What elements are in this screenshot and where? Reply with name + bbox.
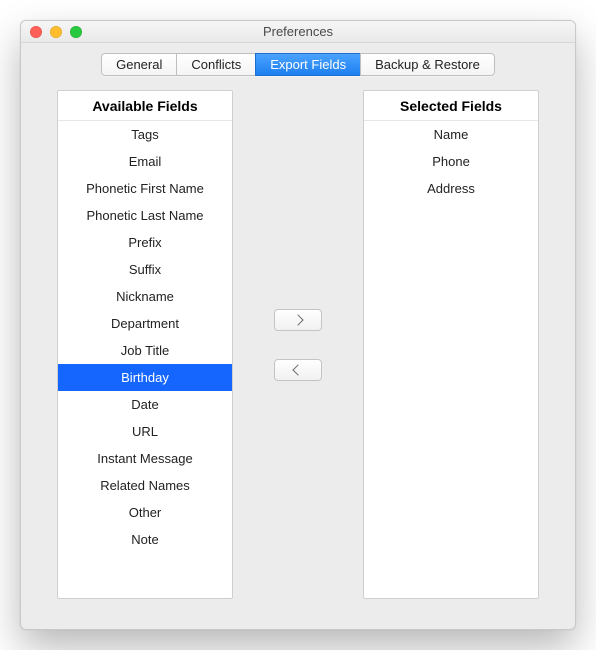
list-item[interactable]: Phonetic Last Name <box>58 202 232 229</box>
available-fields-list[interactable]: TagsEmailPhonetic First NamePhonetic Las… <box>58 121 232 598</box>
list-item[interactable]: Phone <box>364 148 538 175</box>
list-item[interactable]: Phonetic First Name <box>58 175 232 202</box>
list-item[interactable]: Nickname <box>58 283 232 310</box>
tab-general[interactable]: General <box>101 53 176 76</box>
window-title: Preferences <box>21 24 575 39</box>
tab-group: GeneralConflictsExport FieldsBackup & Re… <box>101 53 495 76</box>
list-item[interactable]: Related Names <box>58 472 232 499</box>
list-item[interactable]: Birthday <box>58 364 232 391</box>
list-item[interactable]: Date <box>58 391 232 418</box>
chevron-right-icon <box>292 314 303 325</box>
list-item[interactable]: URL <box>58 418 232 445</box>
list-item[interactable]: Email <box>58 148 232 175</box>
move-right-button[interactable] <box>274 309 322 331</box>
titlebar: Preferences <box>21 21 575 43</box>
list-item[interactable]: Note <box>58 526 232 553</box>
zoom-icon[interactable] <box>70 26 82 38</box>
list-item[interactable]: Department <box>58 310 232 337</box>
list-item[interactable]: Name <box>364 121 538 148</box>
move-left-button[interactable] <box>274 359 322 381</box>
list-item[interactable]: Other <box>58 499 232 526</box>
tab-bar: GeneralConflictsExport FieldsBackup & Re… <box>21 43 575 76</box>
tab-export-fields[interactable]: Export Fields <box>255 53 360 76</box>
transfer-buttons <box>249 90 347 599</box>
minimize-icon[interactable] <box>50 26 62 38</box>
chevron-left-icon <box>292 364 303 375</box>
close-icon[interactable] <box>30 26 42 38</box>
list-item[interactable]: Instant Message <box>58 445 232 472</box>
content-area: Available Fields TagsEmailPhonetic First… <box>21 76 575 629</box>
available-fields-title: Available Fields <box>58 91 232 121</box>
tab-conflicts[interactable]: Conflicts <box>176 53 255 76</box>
list-item[interactable]: Prefix <box>58 229 232 256</box>
tab-backup-restore[interactable]: Backup & Restore <box>360 53 495 76</box>
selected-fields-title: Selected Fields <box>364 91 538 121</box>
selected-fields-list[interactable]: NamePhoneAddress <box>364 121 538 598</box>
list-item[interactable]: Address <box>364 175 538 202</box>
list-item[interactable]: Job Title <box>58 337 232 364</box>
window-controls <box>21 26 82 38</box>
available-fields-panel: Available Fields TagsEmailPhonetic First… <box>57 90 233 599</box>
list-item[interactable]: Suffix <box>58 256 232 283</box>
list-item[interactable]: Tags <box>58 121 232 148</box>
preferences-window: Preferences GeneralConflictsExport Field… <box>20 20 576 630</box>
selected-fields-panel: Selected Fields NamePhoneAddress <box>363 90 539 599</box>
